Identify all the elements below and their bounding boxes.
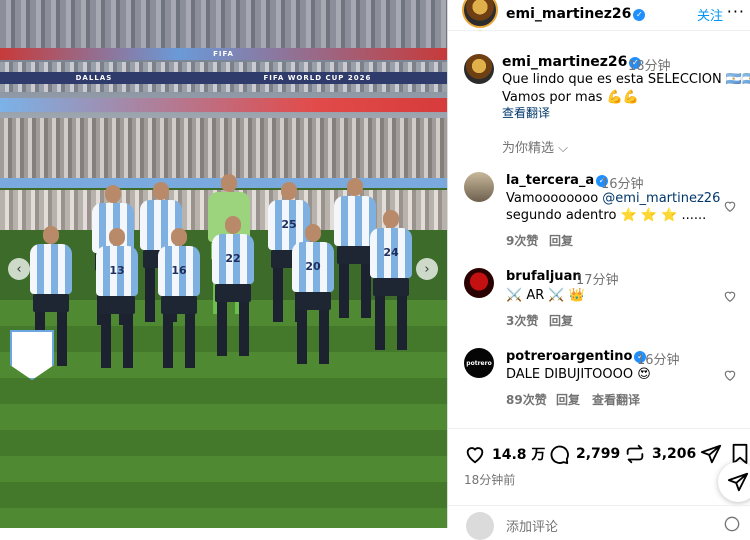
comment-text-line-2: segundo adentro ⭐ ⭐ ⭐ ...... xyxy=(506,208,707,223)
stand-upper xyxy=(0,0,447,50)
chevron-left-icon: ‹ xyxy=(16,261,22,277)
comment-time: 16分钟 xyxy=(637,353,680,368)
add-comment-bar: 添加评论 xyxy=(448,505,750,540)
banner-lower xyxy=(0,98,447,112)
comment-likes[interactable]: 3次赞 xyxy=(506,312,538,329)
emoji-icon[interactable] xyxy=(724,516,740,532)
caption-line-2: Vamos por mas 💪💪 xyxy=(502,90,639,105)
add-comment-input[interactable]: 添加评论 xyxy=(506,516,558,535)
post-details-panel: emi_martinez26 ✓ 关注 ··· emi_martinez26 ✓ 1… xyxy=(447,0,750,540)
comment-avatar[interactable]: potrero xyxy=(464,348,494,378)
prev-image-button[interactable]: ‹ xyxy=(8,258,30,280)
heart-icon[interactable] xyxy=(723,368,737,382)
comment-time: 17分钟 xyxy=(576,273,619,288)
reply-button[interactable]: 回复 xyxy=(549,232,573,249)
heart-icon[interactable] xyxy=(723,289,737,303)
player-front-4: 22 xyxy=(212,216,254,356)
player-front-3: 16 xyxy=(158,228,200,368)
current-user-avatar xyxy=(466,512,494,540)
banner-mid: DALLAS FIFA WORLD CUP 2026 xyxy=(0,72,447,84)
comment-text: DALE DIBUJITOOOO 😍 xyxy=(506,367,651,382)
comment-icon[interactable] xyxy=(548,443,570,465)
player-front-6: 24 xyxy=(370,210,412,350)
caption-username[interactable]: emi_martinez26 ✓ xyxy=(502,54,642,70)
post-photo[interactable]: FIFA DALLAS FIFA WORLD CUP 2026 25 13 16… xyxy=(0,0,447,528)
stand-lower xyxy=(0,118,447,178)
next-image-button[interactable]: › xyxy=(416,258,438,280)
comment-mention[interactable]: @emi_martinez26 xyxy=(602,191,720,206)
player-front-5: 20 xyxy=(292,224,334,364)
follow-button[interactable]: 关注 xyxy=(697,5,723,24)
repost-icon[interactable] xyxy=(624,443,646,465)
reply-button[interactable]: 回复 xyxy=(556,391,580,408)
verified-icon: ✓ xyxy=(633,9,646,21)
post-header: emi_martinez26 ✓ 关注 ··· xyxy=(448,0,750,31)
comment-text: Vamoooooooo @emi_martinez26 xyxy=(506,191,721,206)
comment-filter[interactable]: 为你精选 ⌵ xyxy=(502,137,568,156)
comment-text: ⚔️ AR ⚔️ 👑 xyxy=(506,288,585,303)
heart-icon[interactable] xyxy=(464,443,486,465)
comment-username[interactable]: potreroargentino ✓ xyxy=(506,349,647,364)
comment-likes[interactable]: 89次赞 xyxy=(506,391,547,408)
reply-button[interactable]: 回复 xyxy=(549,312,573,329)
comment-translate-link[interactable]: 查看翻译 xyxy=(592,391,640,408)
post-time: 18分钟前 xyxy=(464,473,516,487)
floating-share-button[interactable] xyxy=(718,462,750,502)
player-front-2: 13 xyxy=(96,228,138,368)
repost-count: 3,206 xyxy=(652,446,697,462)
repost-action[interactable]: 3,206 xyxy=(624,443,696,465)
header-username[interactable]: emi_martinez26 ✓ xyxy=(506,6,646,22)
like-count: 14.8 万 xyxy=(492,447,546,463)
caption-translate-link[interactable]: 查看翻译 xyxy=(502,104,550,121)
like-action[interactable]: 14.8 万 xyxy=(464,443,545,465)
caption-line-1: Que lindo que es esta SELECCION 🇦🇷🇦🇷 xyxy=(502,72,750,87)
banner-dallas: DALLAS xyxy=(75,74,113,82)
chevron-down-icon: ⌵ xyxy=(558,141,569,156)
banner-top-text: FIFA xyxy=(213,50,234,58)
comment-count: 2,799 xyxy=(576,446,621,462)
comment-likes[interactable]: 9次赞 xyxy=(506,232,538,249)
comment-avatar[interactable] xyxy=(464,172,494,202)
comment-username[interactable]: brufaljuan xyxy=(506,269,582,284)
more-options-icon[interactable]: ··· xyxy=(727,2,745,21)
heart-icon[interactable] xyxy=(723,199,737,213)
caption-avatar[interactable] xyxy=(464,54,494,84)
comment-avatar[interactable] xyxy=(464,268,494,298)
share-icon[interactable] xyxy=(700,443,722,465)
comment-time: 16分钟 xyxy=(601,177,644,192)
send-icon xyxy=(727,472,749,492)
banner-top: FIFA xyxy=(0,48,447,60)
banner-worldcup: FIFA WORLD CUP 2026 xyxy=(263,74,372,82)
chevron-right-icon: › xyxy=(424,261,430,277)
comment-username[interactable]: la_tercera_a ✓ xyxy=(506,173,609,188)
header-avatar[interactable] xyxy=(462,0,498,28)
comment-action[interactable]: 2,799 xyxy=(548,443,620,465)
